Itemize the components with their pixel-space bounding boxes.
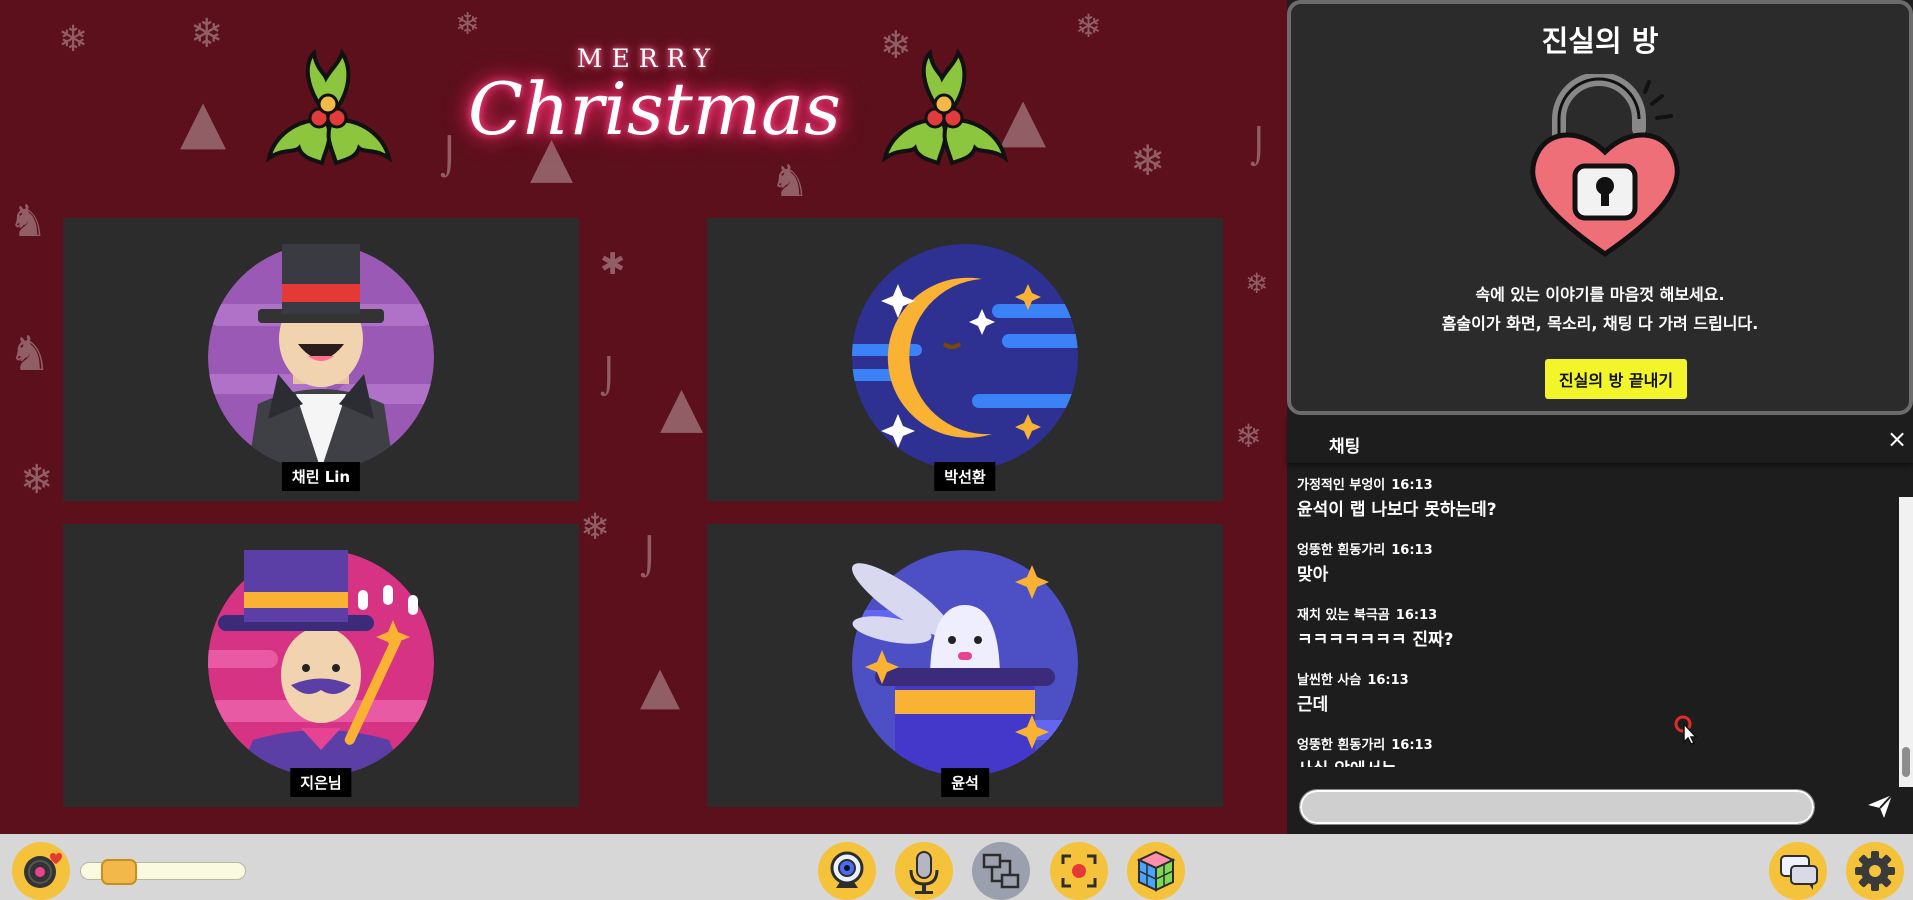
volume-slider[interactable] xyxy=(80,859,246,885)
participant-name: 박선환 xyxy=(934,462,996,491)
message-time: 16:13 xyxy=(1391,738,1433,753)
cube-game-icon xyxy=(1136,850,1176,892)
truth-room-panel: 진실의 방 속에 있는 이야기를 마음껏 해보세요. 흠술이가 화면, 목소리,… xyxy=(1287,0,1913,415)
microphone-toggle-button[interactable] xyxy=(895,842,953,900)
message-meta: 재치 있는 북극곰 16:13 xyxy=(1297,605,1893,625)
chat-panel: 가정적인 부엉이 16:13 윤석이 랩 나보다 못하는데? 엉뚱한 흰동가리 16… xyxy=(1287,415,1913,834)
message-sender: 재치 있는 북극곰 xyxy=(1297,608,1390,623)
magician-wand-icon xyxy=(208,550,434,776)
message-text: 근데 xyxy=(1297,695,1329,715)
chat-message-list[interactable]: 가정적인 부엉이 16:13 윤석이 랩 나보다 못하는데? 엉뚱한 흰동가리 16… xyxy=(1287,475,1893,767)
chat-input[interactable] xyxy=(1299,789,1815,825)
truth-desc-line2: 흠술이가 화면, 목소리, 채팅 다 가려 드립니다. xyxy=(1441,314,1759,333)
participant-tile[interactable]: 지은님 xyxy=(63,524,579,807)
message-time: 16:13 xyxy=(1391,543,1433,558)
message-meta: 날씬한 사슴 16:13 xyxy=(1297,670,1893,690)
merry-christmas-banner: MERRY Christmas xyxy=(468,44,841,174)
message-time: 16:13 xyxy=(1391,478,1433,493)
star-icon: ✱ xyxy=(600,247,626,282)
message-meta: 가정적인 부엉이 16:13 xyxy=(1297,475,1893,495)
participant-tile[interactable]: 박선환 xyxy=(707,218,1223,501)
participant-tile[interactable]: 채린 Lin xyxy=(63,218,579,501)
list-item: 재치 있는 북극곰 16:13 ㅋㅋㅋㅋㅋㅋㅋ 진짜? xyxy=(1297,605,1893,670)
snowflake-icon: ❄ xyxy=(58,19,89,60)
tree-icon: ▲ xyxy=(180,87,227,157)
chat-title: 채팅 xyxy=(1329,437,1361,457)
close-icon[interactable]: × xyxy=(1885,427,1909,451)
truth-room-description: 속에 있는 이야기를 마음껏 해보세요. 흠술이가 화면, 목소리, 채팅 다 … xyxy=(1291,280,1909,338)
snowflake-icon: ❄ xyxy=(190,11,224,57)
message-text: 사실 앞에서는 xyxy=(1297,755,1893,767)
participant-name: 지은님 xyxy=(290,768,352,797)
screen-share-button[interactable] xyxy=(972,842,1030,900)
snowflake-icon: ❄ xyxy=(1245,267,1269,300)
candy-cane-icon: ⌡ xyxy=(440,137,459,178)
candy-cane-icon: ⌡ xyxy=(640,537,659,578)
message-sender: 가정적인 부엉이 xyxy=(1297,478,1386,493)
focus-mode-icon xyxy=(1061,854,1097,888)
tree-icon: ▲ xyxy=(660,375,704,440)
bottom-toolbar xyxy=(0,834,1913,900)
snowflake-icon: ❄ xyxy=(20,457,54,503)
volume-slider-handle[interactable] xyxy=(101,859,137,885)
participant-tile[interactable]: 윤석 xyxy=(707,524,1223,807)
chat-scrollbar[interactable] xyxy=(1899,497,1913,787)
music-disc-icon xyxy=(24,853,62,888)
message-sender: 날씬한 사슴 xyxy=(1297,673,1362,688)
holly-icon xyxy=(265,48,393,166)
holly-icon xyxy=(881,48,1009,166)
magician-tophat-icon xyxy=(208,244,434,470)
truth-desc-line1: 속에 있는 이야기를 마음껏 해보세요. xyxy=(1475,285,1725,304)
truth-room-title: 진실의 방 xyxy=(1541,24,1659,58)
end-truth-room-button[interactable]: 진실의 방 끝내기 xyxy=(1545,359,1687,399)
heart-lock-icon xyxy=(1530,74,1680,258)
banner-christmas: Christmas xyxy=(468,67,841,151)
message-meta: 엉뚱한 흰동가리 16:13 xyxy=(1297,540,1893,560)
reindeer-icon: ♞ xyxy=(8,326,52,382)
screen-share-icon xyxy=(982,853,1020,889)
list-item: 가정적인 부엉이 16:13 윤석이 랩 나보다 못하는데? xyxy=(1297,475,1893,540)
participant-name: 윤석 xyxy=(941,768,989,797)
gear-icon xyxy=(1855,851,1895,891)
focus-mode-button[interactable] xyxy=(1050,842,1108,900)
snowflake-icon: ❄ xyxy=(455,7,481,42)
chat-bubble-icon xyxy=(1780,855,1818,890)
snowflake-icon: ❄ xyxy=(1075,7,1102,45)
camera-toggle-button[interactable] xyxy=(818,842,876,900)
list-item: 엉뚱한 흰동가리 16:13 사실 앞에서는 xyxy=(1297,735,1893,767)
settings-button[interactable] xyxy=(1846,842,1904,900)
message-text: ㅋㅋㅋㅋㅋㅋㅋ 진짜? xyxy=(1297,630,1454,650)
snowflake-icon: ❄ xyxy=(1130,136,1166,185)
list-item: 엉뚱한 흰동가리 16:13 맞아 xyxy=(1297,540,1893,605)
list-item: 날씬한 사슴 16:13 근데 xyxy=(1297,670,1893,735)
chat-header: 채팅 × xyxy=(1287,415,1913,463)
send-icon[interactable] xyxy=(1865,791,1895,821)
tree-icon: ▲ xyxy=(640,656,680,716)
reindeer-icon: ♞ xyxy=(8,196,48,247)
snowflake-icon: ❄ xyxy=(580,507,611,548)
message-text: 윤석이 랩 나보다 못하는데? xyxy=(1297,500,1497,520)
message-meta: 엉뚱한 흰동가리 16:13 xyxy=(1297,735,1893,755)
candy-cane-icon: ⌡ xyxy=(600,357,618,397)
webcam-icon xyxy=(830,851,864,888)
participant-name: 채린 Lin xyxy=(281,462,361,491)
message-sender: 엉뚱한 흰동가리 xyxy=(1297,738,1386,753)
game-button[interactable] xyxy=(1127,842,1185,900)
scrollbar-thumb[interactable] xyxy=(1902,747,1910,777)
music-button[interactable] xyxy=(12,842,70,900)
message-time: 16:13 xyxy=(1367,673,1409,688)
video-stage: ❄ ❄ ❄ ❄ ❄ ❄ ❄ ❄ ❄ ❄ ✱ ✱ ▲ ▲ ▲ ▲ ▲ ⌡ ⌡ ⌡ … xyxy=(0,0,1287,834)
snowflake-icon: ❄ xyxy=(1235,417,1262,455)
rabbit-hat-icon xyxy=(852,550,1078,776)
message-time: 16:13 xyxy=(1395,608,1438,623)
message-text: 맞아 xyxy=(1297,565,1329,585)
candy-cane-icon: ⌡ xyxy=(1250,127,1268,167)
chat-toggle-button[interactable] xyxy=(1769,842,1827,900)
moon-night-icon xyxy=(852,244,1078,470)
message-sender: 엉뚱한 흰동가리 xyxy=(1297,543,1386,558)
microphone-icon xyxy=(909,851,939,894)
